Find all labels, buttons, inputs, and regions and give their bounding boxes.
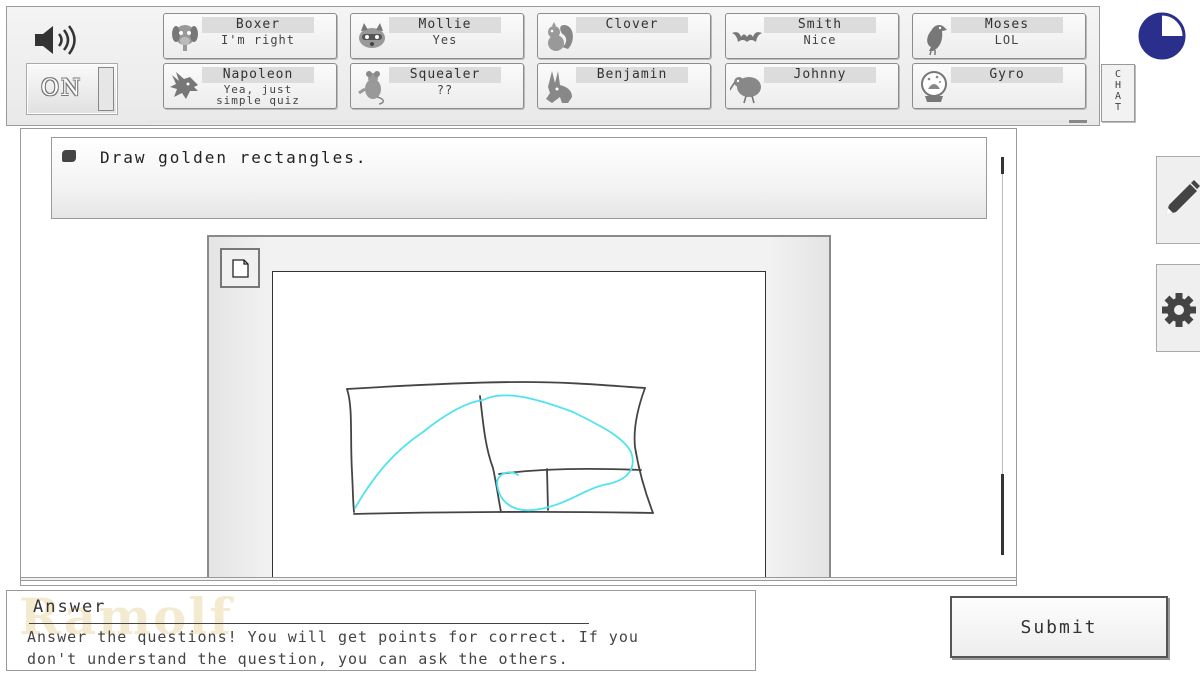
players-scrollbar[interactable]: [147, 120, 1087, 123]
player-card[interactable]: Napoleon Yea, just simple quiz: [163, 63, 337, 109]
pencil-icon: [1166, 180, 1200, 215]
instructions-line: Answer the questions! You will get point…: [27, 628, 639, 646]
pencil-tool-button[interactable]: [1156, 156, 1200, 244]
power-toggle[interactable]: ON: [26, 63, 118, 115]
player-card[interactable]: Mollie Yes: [350, 13, 524, 59]
submit-button[interactable]: Submit: [950, 596, 1168, 658]
player-name: Napoleon: [202, 67, 314, 83]
player-card[interactable]: Moses LOL: [912, 13, 1086, 59]
player-card[interactable]: Gyro: [912, 63, 1086, 109]
raccoon-icon: [355, 19, 389, 55]
drawing-canvas[interactable]: [272, 271, 766, 581]
player-status: Nice: [803, 33, 837, 47]
kiwi-bird-icon: [728, 69, 764, 105]
power-toggle-knob: [98, 67, 114, 111]
question-box: Draw golden rectangles.: [51, 137, 987, 219]
snow-globe-icon: [917, 69, 951, 105]
player-card[interactable]: Benjamin: [537, 63, 711, 109]
speech-bubble-icon: [62, 150, 76, 162]
player-card[interactable]: Squealer??: [350, 63, 524, 109]
answer-input[interactable]: [29, 595, 589, 624]
wolf-icon: [168, 69, 202, 105]
chat-tab[interactable]: CHAT: [1101, 64, 1135, 122]
main-divider: [21, 577, 1016, 581]
player-name: Smith: [764, 17, 876, 33]
player-name: Mollie: [389, 17, 501, 33]
players-scrollbar-thumb[interactable]: [1069, 120, 1087, 123]
player-name: Squealer: [389, 67, 501, 83]
sketch-stroke: [546, 468, 549, 511]
chat-tab-label: CHAT: [1114, 69, 1122, 113]
sketch-stroke: [353, 511, 654, 515]
bat-icon: [730, 19, 764, 55]
player-card[interactable]: Smith Nice: [725, 13, 899, 59]
player-card[interactable]: Clover: [537, 13, 711, 59]
answer-panel: Ramolf Answer Answer the questions! You …: [6, 587, 756, 671]
main-panel: Draw golden rectangles.: [20, 128, 1017, 586]
gear-icon: [1162, 293, 1196, 327]
player-name: Boxer: [202, 17, 314, 33]
new-page-button[interactable]: [220, 248, 260, 288]
settings-button[interactable]: [1156, 264, 1200, 352]
main-scrollbar-track: [1002, 174, 1003, 474]
player-name: Benjamin: [576, 67, 688, 83]
sketch-stroke-cyan: [354, 394, 634, 512]
player-status: ??: [436, 83, 454, 97]
instructions-text: Answer the questions! You will get point…: [27, 626, 727, 670]
sketch-stroke: [479, 395, 502, 513]
crow-icon: [917, 19, 951, 56]
player-card[interactable]: Boxer I'm right: [163, 13, 337, 59]
dog-icon: [168, 19, 202, 55]
drawing-strokes: [346, 381, 654, 515]
question-text: Draw golden rectangles.: [100, 148, 368, 167]
blank-page-icon: [232, 259, 249, 278]
sketch-stroke: [633, 387, 654, 514]
drawing-board: [207, 235, 831, 581]
instructions-line: don't understand the question, you can a…: [27, 650, 569, 668]
speaker-icon[interactable]: [33, 23, 81, 57]
player-name: Moses: [951, 17, 1063, 33]
timer-icon: [1137, 11, 1187, 61]
player-status: I'm right: [220, 33, 296, 47]
player-name: Clover: [576, 17, 688, 33]
player-status: Yes: [432, 33, 458, 47]
player-status: LOL: [994, 33, 1020, 47]
player-status: Yea, just simple quiz: [216, 83, 300, 107]
players-panel: ON Boxer I'm right Mollie Yes Clover Smith Nic…: [6, 6, 1100, 126]
donkey-icon: [542, 69, 576, 105]
player-name: Johnny: [764, 67, 876, 83]
rat-icon: [355, 69, 389, 105]
squirrel-icon: [542, 19, 576, 55]
sketch-stroke: [346, 388, 355, 513]
sketch-stroke: [346, 381, 646, 390]
player-card[interactable]: Johnny: [725, 63, 899, 109]
player-name: Gyro: [951, 67, 1063, 83]
power-toggle-label: ON: [41, 76, 83, 101]
sketch-stroke: [498, 467, 642, 475]
